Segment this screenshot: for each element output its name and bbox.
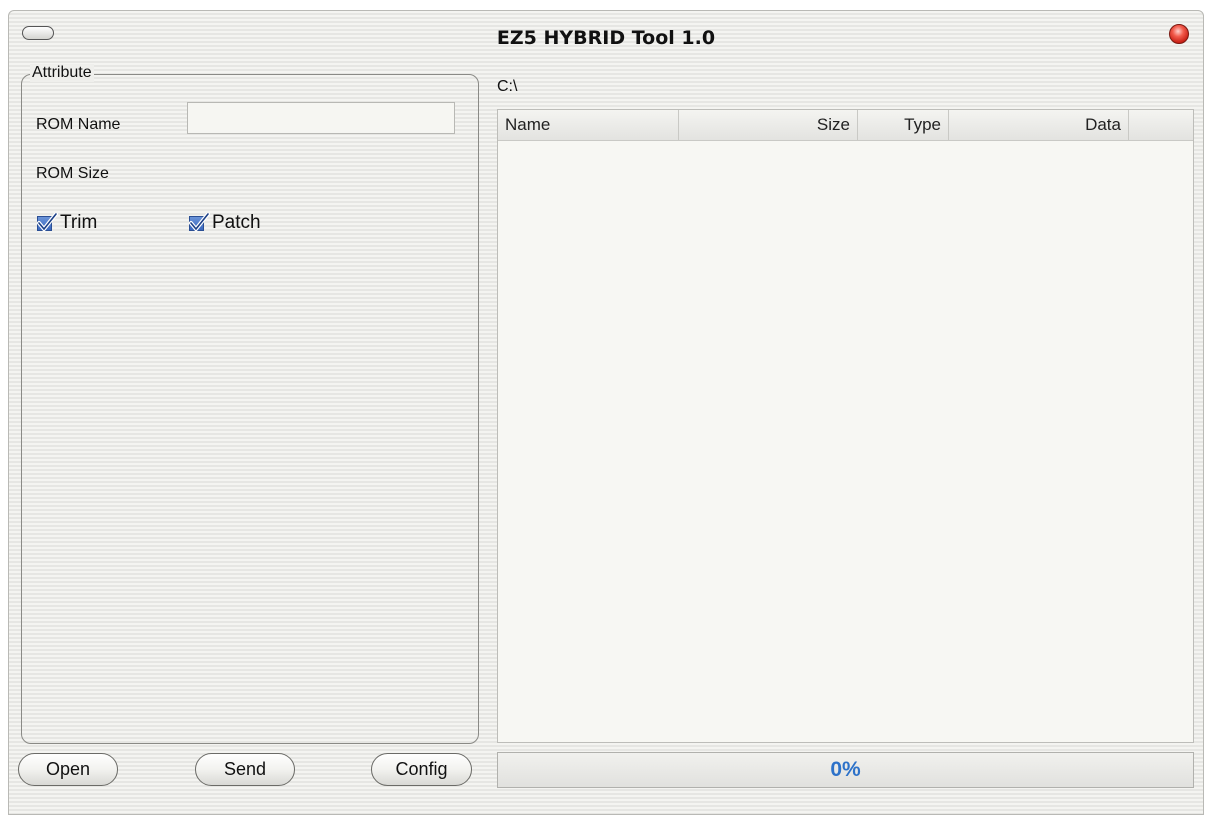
column-data[interactable]: Data xyxy=(949,110,1129,140)
current-path: C:\ xyxy=(497,78,518,95)
config-button[interactable]: Config xyxy=(371,753,472,786)
trim-checkbox[interactable]: Trim xyxy=(36,212,97,234)
patch-check-box[interactable] xyxy=(188,213,210,233)
patch-checkbox[interactable]: Patch xyxy=(188,212,261,234)
patch-label: Patch xyxy=(212,212,261,233)
progress-text: 0% xyxy=(830,758,861,781)
rom-size-label: ROM Size xyxy=(36,165,109,182)
trim-check-box[interactable] xyxy=(36,213,58,233)
open-button[interactable]: Open xyxy=(18,753,118,786)
title-bar: EZ5 HYBRID Tool 1.0 xyxy=(8,10,1204,60)
send-button[interactable]: Send xyxy=(195,753,295,786)
checkmark-icon xyxy=(189,213,210,233)
checkmark-icon xyxy=(37,213,58,233)
close-icon[interactable] xyxy=(1169,24,1189,44)
rom-name-field[interactable] xyxy=(187,102,455,134)
window-title: EZ5 HYBRID Tool 1.0 xyxy=(496,27,716,49)
column-name[interactable]: Name xyxy=(498,110,679,140)
column-size[interactable]: Size xyxy=(679,110,858,140)
rom-name-label: ROM Name xyxy=(36,116,121,133)
file-list-header: Name Size Type Data xyxy=(498,110,1193,141)
progress-bar: 0% xyxy=(497,752,1194,788)
file-list[interactable]: Name Size Type Data xyxy=(497,109,1194,743)
trim-label: Trim xyxy=(60,212,98,233)
attribute-legend: Attribute xyxy=(30,64,94,82)
column-type[interactable]: Type xyxy=(858,110,949,140)
